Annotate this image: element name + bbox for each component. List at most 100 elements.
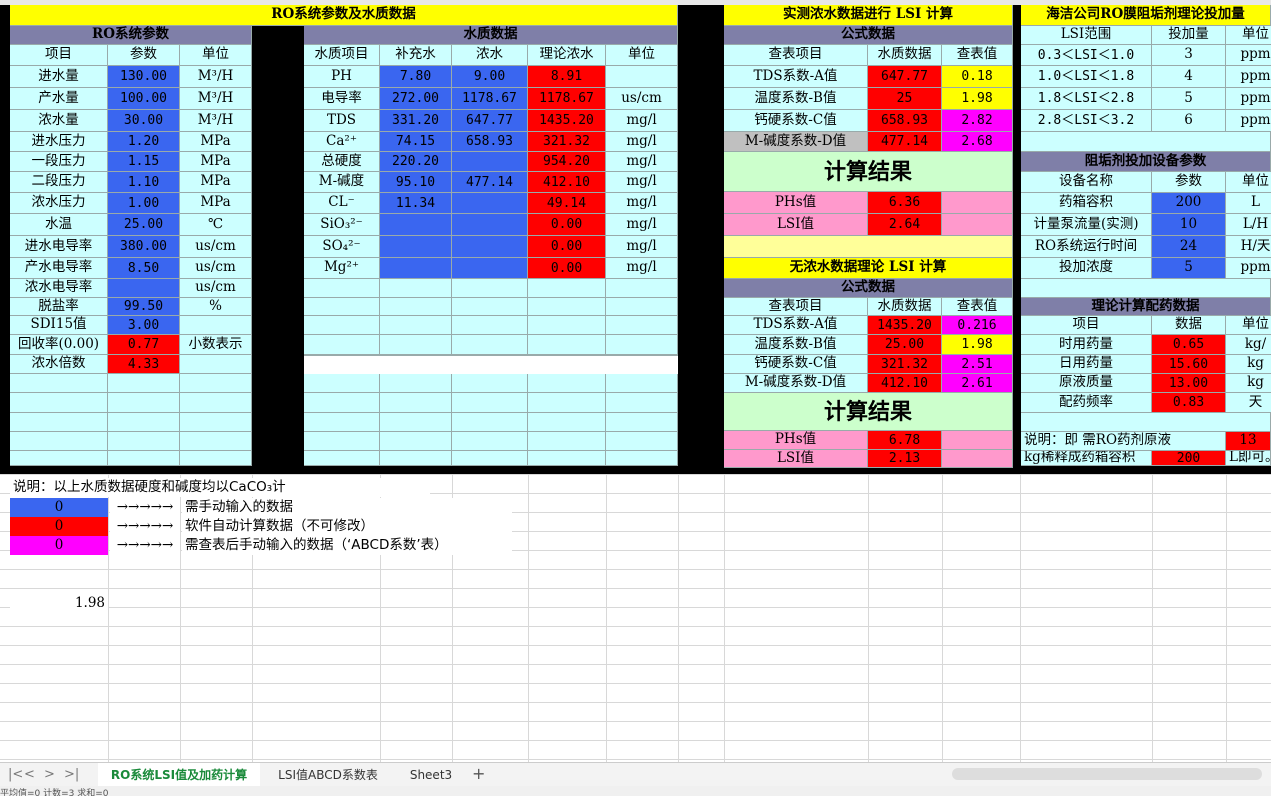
water-item-label: SiO₃²⁻ (304, 214, 380, 236)
empty-cell (606, 279, 678, 298)
equip-value[interactable]: 5 (1152, 258, 1226, 279)
stray-value-cell[interactable]: 1.98 (10, 594, 108, 613)
ro-param-value[interactable]: 380.00 (108, 236, 180, 258)
water-theory-value: 8.91 (528, 66, 606, 88)
legend-arrows: →→→→→ (110, 536, 180, 555)
ro-param-value[interactable]: 3.00 (108, 316, 180, 335)
sheet-tab-bar: |< < > >| RO系统LSI值及加药计算 LSI值ABCD系数表 Shee… (0, 762, 1271, 788)
ro-param-value[interactable]: 1.15 (108, 152, 180, 172)
ro-param-value[interactable]: 99.50 (108, 298, 180, 316)
water-concentrate-value[interactable] (452, 236, 528, 258)
tab-ro-system[interactable]: RO系统LSI值及加药计算 (98, 763, 260, 788)
water-makeup-value[interactable]: 7.80 (380, 66, 452, 88)
ro-param-label: 进水量 (10, 66, 108, 88)
ro-param-value[interactable]: 4.33 (108, 355, 180, 374)
dose-title: 海洁公司RO膜阻垢剂理论投加量 (1021, 5, 1271, 26)
equip-unit: ppm (1226, 258, 1271, 279)
water-concentrate-value[interactable]: 1178.67 (452, 88, 528, 110)
water-concentrate-value[interactable] (452, 193, 528, 214)
ro-param-value[interactable]: 1.10 (108, 172, 180, 193)
dose-col-header: 单位 (1226, 26, 1271, 45)
ro-param-value[interactable]: 130.00 (108, 66, 180, 88)
lsi1-lookup-value[interactable]: 2.82 (942, 110, 1013, 132)
water-concentrate-value[interactable] (452, 214, 528, 236)
empty-cell (528, 393, 606, 413)
calc-unit: kg (1226, 355, 1271, 374)
water-concentrate-value[interactable] (452, 152, 528, 172)
water-makeup-value[interactable]: 220.20 (380, 152, 452, 172)
water-concentrate-value[interactable]: 477.14 (452, 172, 528, 193)
dosing-note: 说明：即 需RO药剂原液 (1021, 432, 1226, 451)
water-concentrate-value[interactable] (452, 258, 528, 279)
water-concentrate-value[interactable]: 9.00 (452, 66, 528, 88)
ro-param-value[interactable]: 8.50 (108, 258, 180, 279)
dosing-note-value: 13 (1226, 432, 1271, 451)
lsi2-lookup-value[interactable]: 1.98 (942, 335, 1013, 355)
lsi1-lookup-value[interactable]: 1.98 (942, 88, 1013, 110)
lsi2-water-value: 412.10 (868, 374, 942, 393)
next-sheet-button[interactable]: > (44, 767, 55, 782)
water-col-header: 理论浓水 (528, 45, 606, 66)
lsi2-lookup-value[interactable]: 2.51 (942, 355, 1013, 374)
legend-swatch: 0 (10, 536, 108, 555)
legend-arrows: →→→→→ (110, 517, 180, 536)
water-makeup-value[interactable]: 331.20 (380, 110, 452, 132)
ro-param-value[interactable]: 30.00 (108, 110, 180, 132)
water-concentrate-value[interactable]: 647.77 (452, 110, 528, 132)
water-col-header: 浓水 (452, 45, 528, 66)
first-sheet-button[interactable]: |< (8, 767, 23, 782)
ro-param-value[interactable]: 100.00 (108, 88, 180, 110)
last-sheet-button[interactable]: >| (64, 767, 79, 782)
ro-param-value[interactable]: 0.77 (108, 335, 180, 355)
ro-param-label: 一段压力 (10, 152, 108, 172)
lsi1-result-label: PHs值 (724, 192, 868, 214)
water-makeup-value[interactable]: 272.00 (380, 88, 452, 110)
empty-cell (606, 451, 678, 466)
ro-param-value[interactable]: 1.20 (108, 132, 180, 152)
tab-lsi-abcd[interactable]: LSI值ABCD系数表 (264, 763, 392, 786)
water-item-label: SO₄²⁻ (304, 236, 380, 258)
lsi1-water-value: 25 (868, 88, 942, 110)
ro-param-value[interactable] (108, 279, 180, 298)
lsi2-lookup-value[interactable]: 0.216 (942, 316, 1013, 335)
empty-cell (606, 316, 678, 335)
water-item-label: 总硬度 (304, 152, 380, 172)
water-makeup-value[interactable] (380, 214, 452, 236)
lsi1-col-header: 水质数据 (868, 45, 942, 66)
ro-param-label: 回收率(0.00) (10, 335, 108, 355)
lsi-range-label: 1.8＜LSI＜2.8 (1021, 88, 1152, 110)
ro-param-label: 进水压力 (10, 132, 108, 152)
equip-value[interactable]: 10 (1152, 214, 1226, 236)
water-theory-value: 412.10 (528, 172, 606, 193)
ro-param-value[interactable]: 25.00 (108, 214, 180, 236)
dosing-note-value: 200 (1152, 451, 1226, 466)
lsi1-spacer (724, 236, 1013, 258)
lsi1-lookup-value[interactable]: 2.68 (942, 132, 1013, 152)
lsi1-result-title: 计算结果 (724, 152, 1013, 192)
water-makeup-value[interactable]: 11.34 (380, 193, 452, 214)
water-theory-value: 0.00 (528, 258, 606, 279)
water-unit: mg/l (606, 193, 678, 214)
legend-note: 说明：以上水质数据硬度和碱度均以CaCO₃计 (10, 478, 430, 497)
water-makeup-value[interactable]: 95.10 (380, 172, 452, 193)
lsi2-lookup-value[interactable]: 2.61 (942, 374, 1013, 393)
equip-value[interactable]: 200 (1152, 193, 1226, 214)
lsi1-lookup-value[interactable]: 0.18 (942, 66, 1013, 88)
water-makeup-value[interactable]: 74.15 (380, 132, 452, 152)
add-sheet-button[interactable]: + (472, 764, 485, 783)
equip-col-header: 单位 (1226, 172, 1271, 193)
empty-cell (304, 316, 380, 335)
ro-param-value[interactable]: 1.00 (108, 193, 180, 214)
water-makeup-value[interactable] (380, 258, 452, 279)
prev-sheet-button[interactable]: < (24, 767, 35, 782)
water-concentrate-value[interactable]: 658.93 (452, 132, 528, 152)
tab-sheet3[interactable]: Sheet3 (396, 763, 466, 786)
water-makeup-value[interactable] (380, 236, 452, 258)
equip-value[interactable]: 24 (1152, 236, 1226, 258)
ro-param-unit: M³/H (180, 110, 252, 132)
empty-cell (452, 393, 528, 413)
horizontal-scrollbar[interactable] (952, 768, 1262, 780)
dosing-note: kg稀释成药箱容积 (1021, 451, 1152, 466)
dose-unit: ppm (1226, 88, 1271, 110)
ro-col-header: 单位 (180, 45, 252, 66)
